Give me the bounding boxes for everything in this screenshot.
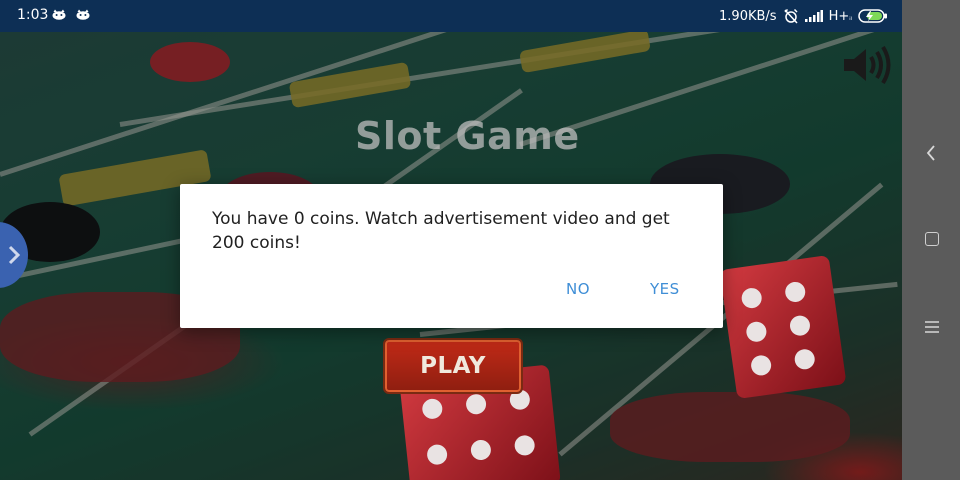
menu-icon[interactable] xyxy=(924,320,940,334)
status-bar: 1:03 1.90KB/s H+ᵢₗ xyxy=(0,0,902,32)
app-notification-icon xyxy=(76,9,90,20)
play-button[interactable]: PLAY xyxy=(383,338,523,394)
network-type: H+ᵢₗ xyxy=(828,8,852,24)
battery-charging-icon xyxy=(858,9,887,23)
navigation-bar xyxy=(902,0,960,480)
no-button[interactable]: NO xyxy=(566,280,590,298)
status-time: 1:03 xyxy=(17,7,49,23)
app-notification-icon xyxy=(52,9,66,20)
dialog-message: You have 0 coins. Watch advertisement vi… xyxy=(212,209,670,253)
chevron-right-icon xyxy=(8,245,21,265)
home-icon[interactable] xyxy=(925,232,939,246)
coins-dialog: You have 0 coins. Watch advertisement vi… xyxy=(180,184,723,328)
dice xyxy=(719,254,847,400)
network-speed: 1.90KB/s xyxy=(719,8,777,24)
game-title: Slot Game xyxy=(355,114,580,158)
sound-icon[interactable] xyxy=(840,44,892,86)
back-icon[interactable] xyxy=(924,143,938,163)
yes-button[interactable]: YES xyxy=(650,280,680,298)
alarm-off-icon xyxy=(784,8,798,24)
signal-icon xyxy=(804,10,823,22)
